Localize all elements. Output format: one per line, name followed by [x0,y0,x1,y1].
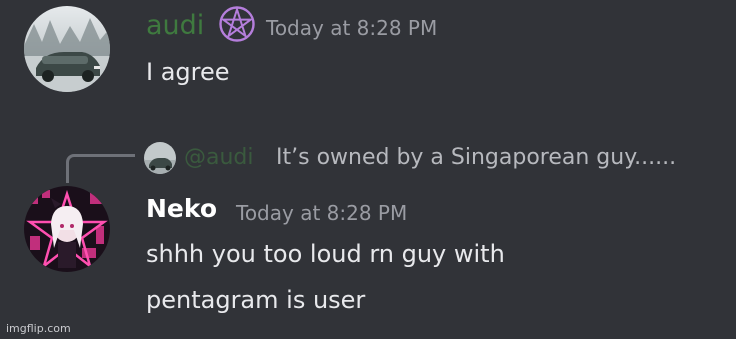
message-text: I agree [146,58,230,86]
username-audi[interactable]: audi [146,10,204,41]
reply-preview-text[interactable]: It’s owned by a Singaporean guy...... [276,145,676,170]
car-avatar-icon [144,142,176,174]
reply-avatar-audi[interactable] [144,142,176,174]
reply-mention[interactable]: @audi [184,145,254,170]
avatar-neko[interactable] [24,186,110,272]
car-avatar-icon [24,6,110,92]
reply-connector [66,154,135,183]
anime-girl-avatar-icon [24,186,110,272]
pentagram-icon [218,5,256,43]
avatar-audi[interactable] [24,6,110,92]
watermark: imgflip.com [6,322,71,335]
message-text-line-1: shhh you too loud rn guy with [146,240,505,268]
timestamp-neko: Today at 8:28 PM [236,201,408,225]
message-text-line-2: pentagram is user [146,286,366,314]
timestamp-audi: Today at 8:28 PM [266,16,438,40]
username-neko[interactable]: Neko [146,194,217,223]
